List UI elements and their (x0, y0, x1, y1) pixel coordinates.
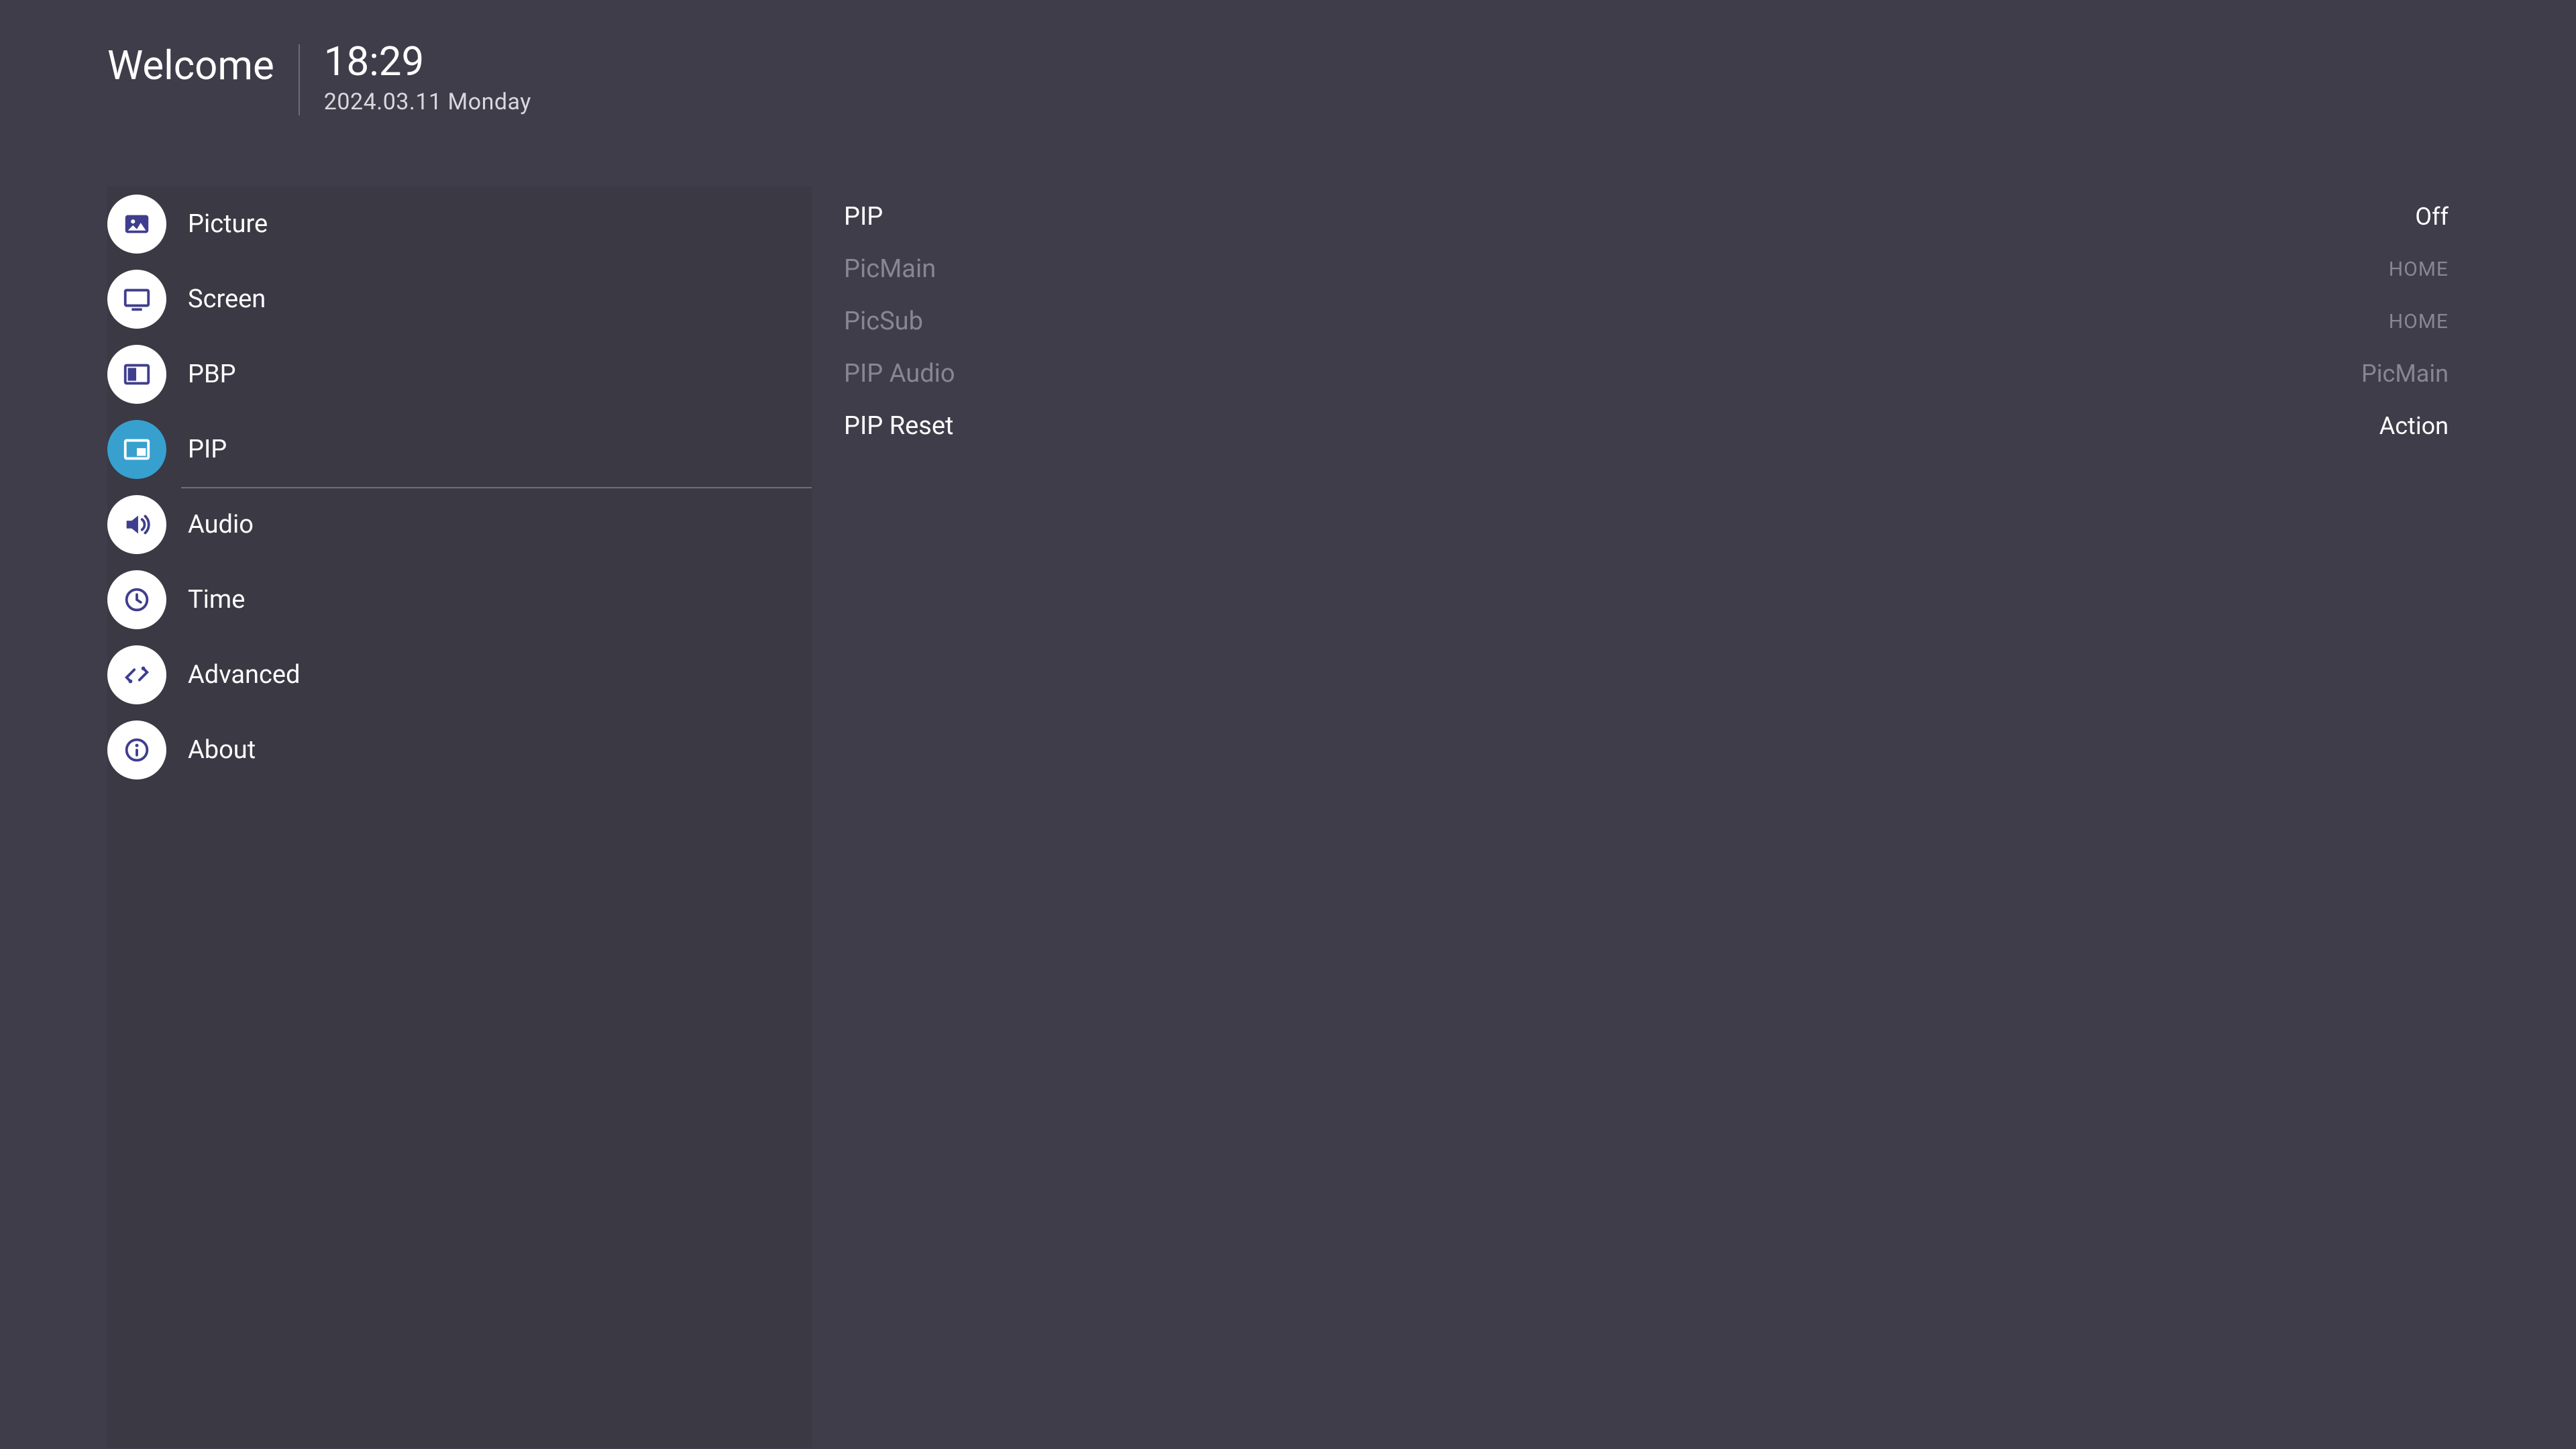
clock-date: 2024.03.11 Monday (324, 89, 531, 115)
sidebar-item-label: About (188, 735, 256, 765)
welcome-text: Welcome (107, 42, 299, 89)
time-icon (107, 570, 166, 629)
advanced-icon (107, 645, 166, 704)
setting-row-pipreset[interactable]: PIP Reset Action (844, 400, 2449, 452)
sidebar-item-label: PIP (188, 435, 227, 464)
sidebar-item-pip[interactable]: PIP (107, 412, 812, 487)
datetime-block: 18:29 2024.03.11 Monday (300, 42, 531, 115)
setting-value: Action (2379, 412, 2449, 440)
setting-name: PIP (844, 202, 883, 231)
sidebar-item-pbp[interactable]: PBP (107, 337, 812, 412)
sidebar-item-label: Screen (188, 284, 266, 314)
sidebar-item-label: Audio (188, 510, 254, 539)
setting-name: PicMain (844, 254, 936, 284)
setting-name: PicSub (844, 307, 923, 336)
sidebar-item-picture[interactable]: Picture (107, 186, 812, 262)
setting-value: Off (2415, 203, 2449, 231)
screen-icon (107, 270, 166, 329)
setting-value: HOME (2389, 258, 2449, 281)
pip-icon (107, 420, 166, 479)
sidebar-item-about[interactable]: About (107, 712, 812, 788)
sidebar-item-label: PBP (188, 360, 236, 389)
setting-name: PIP Audio (844, 359, 955, 388)
setting-row-picmain[interactable]: PicMain HOME (844, 243, 2449, 295)
setting-value: PicMain (2361, 360, 2449, 388)
pbp-icon (107, 345, 166, 404)
sidebar-item-label: Time (188, 585, 245, 614)
setting-value: HOME (2389, 310, 2449, 333)
setting-row-pipaudio[interactable]: PIP Audio PicMain (844, 347, 2449, 400)
setting-name: PIP Reset (844, 411, 953, 441)
settings-content: PIP Off PicMain HOME PicSub HOME PIP Aud… (844, 191, 2449, 452)
sidebar: Picture Screen PBP PIP Audio Time (107, 186, 812, 1448)
setting-row-pip[interactable]: PIP Off (844, 191, 2449, 243)
setting-row-picsub[interactable]: PicSub HOME (844, 295, 2449, 347)
sidebar-item-label: Picture (188, 209, 268, 239)
sidebar-item-advanced[interactable]: Advanced (107, 637, 812, 712)
sidebar-item-screen[interactable]: Screen (107, 262, 812, 337)
sidebar-item-label: Advanced (188, 660, 300, 690)
sidebar-item-time[interactable]: Time (107, 562, 812, 637)
picture-icon (107, 195, 166, 254)
audio-icon (107, 495, 166, 554)
clock-time: 18:29 (324, 42, 531, 82)
header: Welcome 18:29 2024.03.11 Monday (107, 42, 531, 115)
sidebar-item-audio[interactable]: Audio (107, 487, 812, 562)
about-icon (107, 720, 166, 780)
